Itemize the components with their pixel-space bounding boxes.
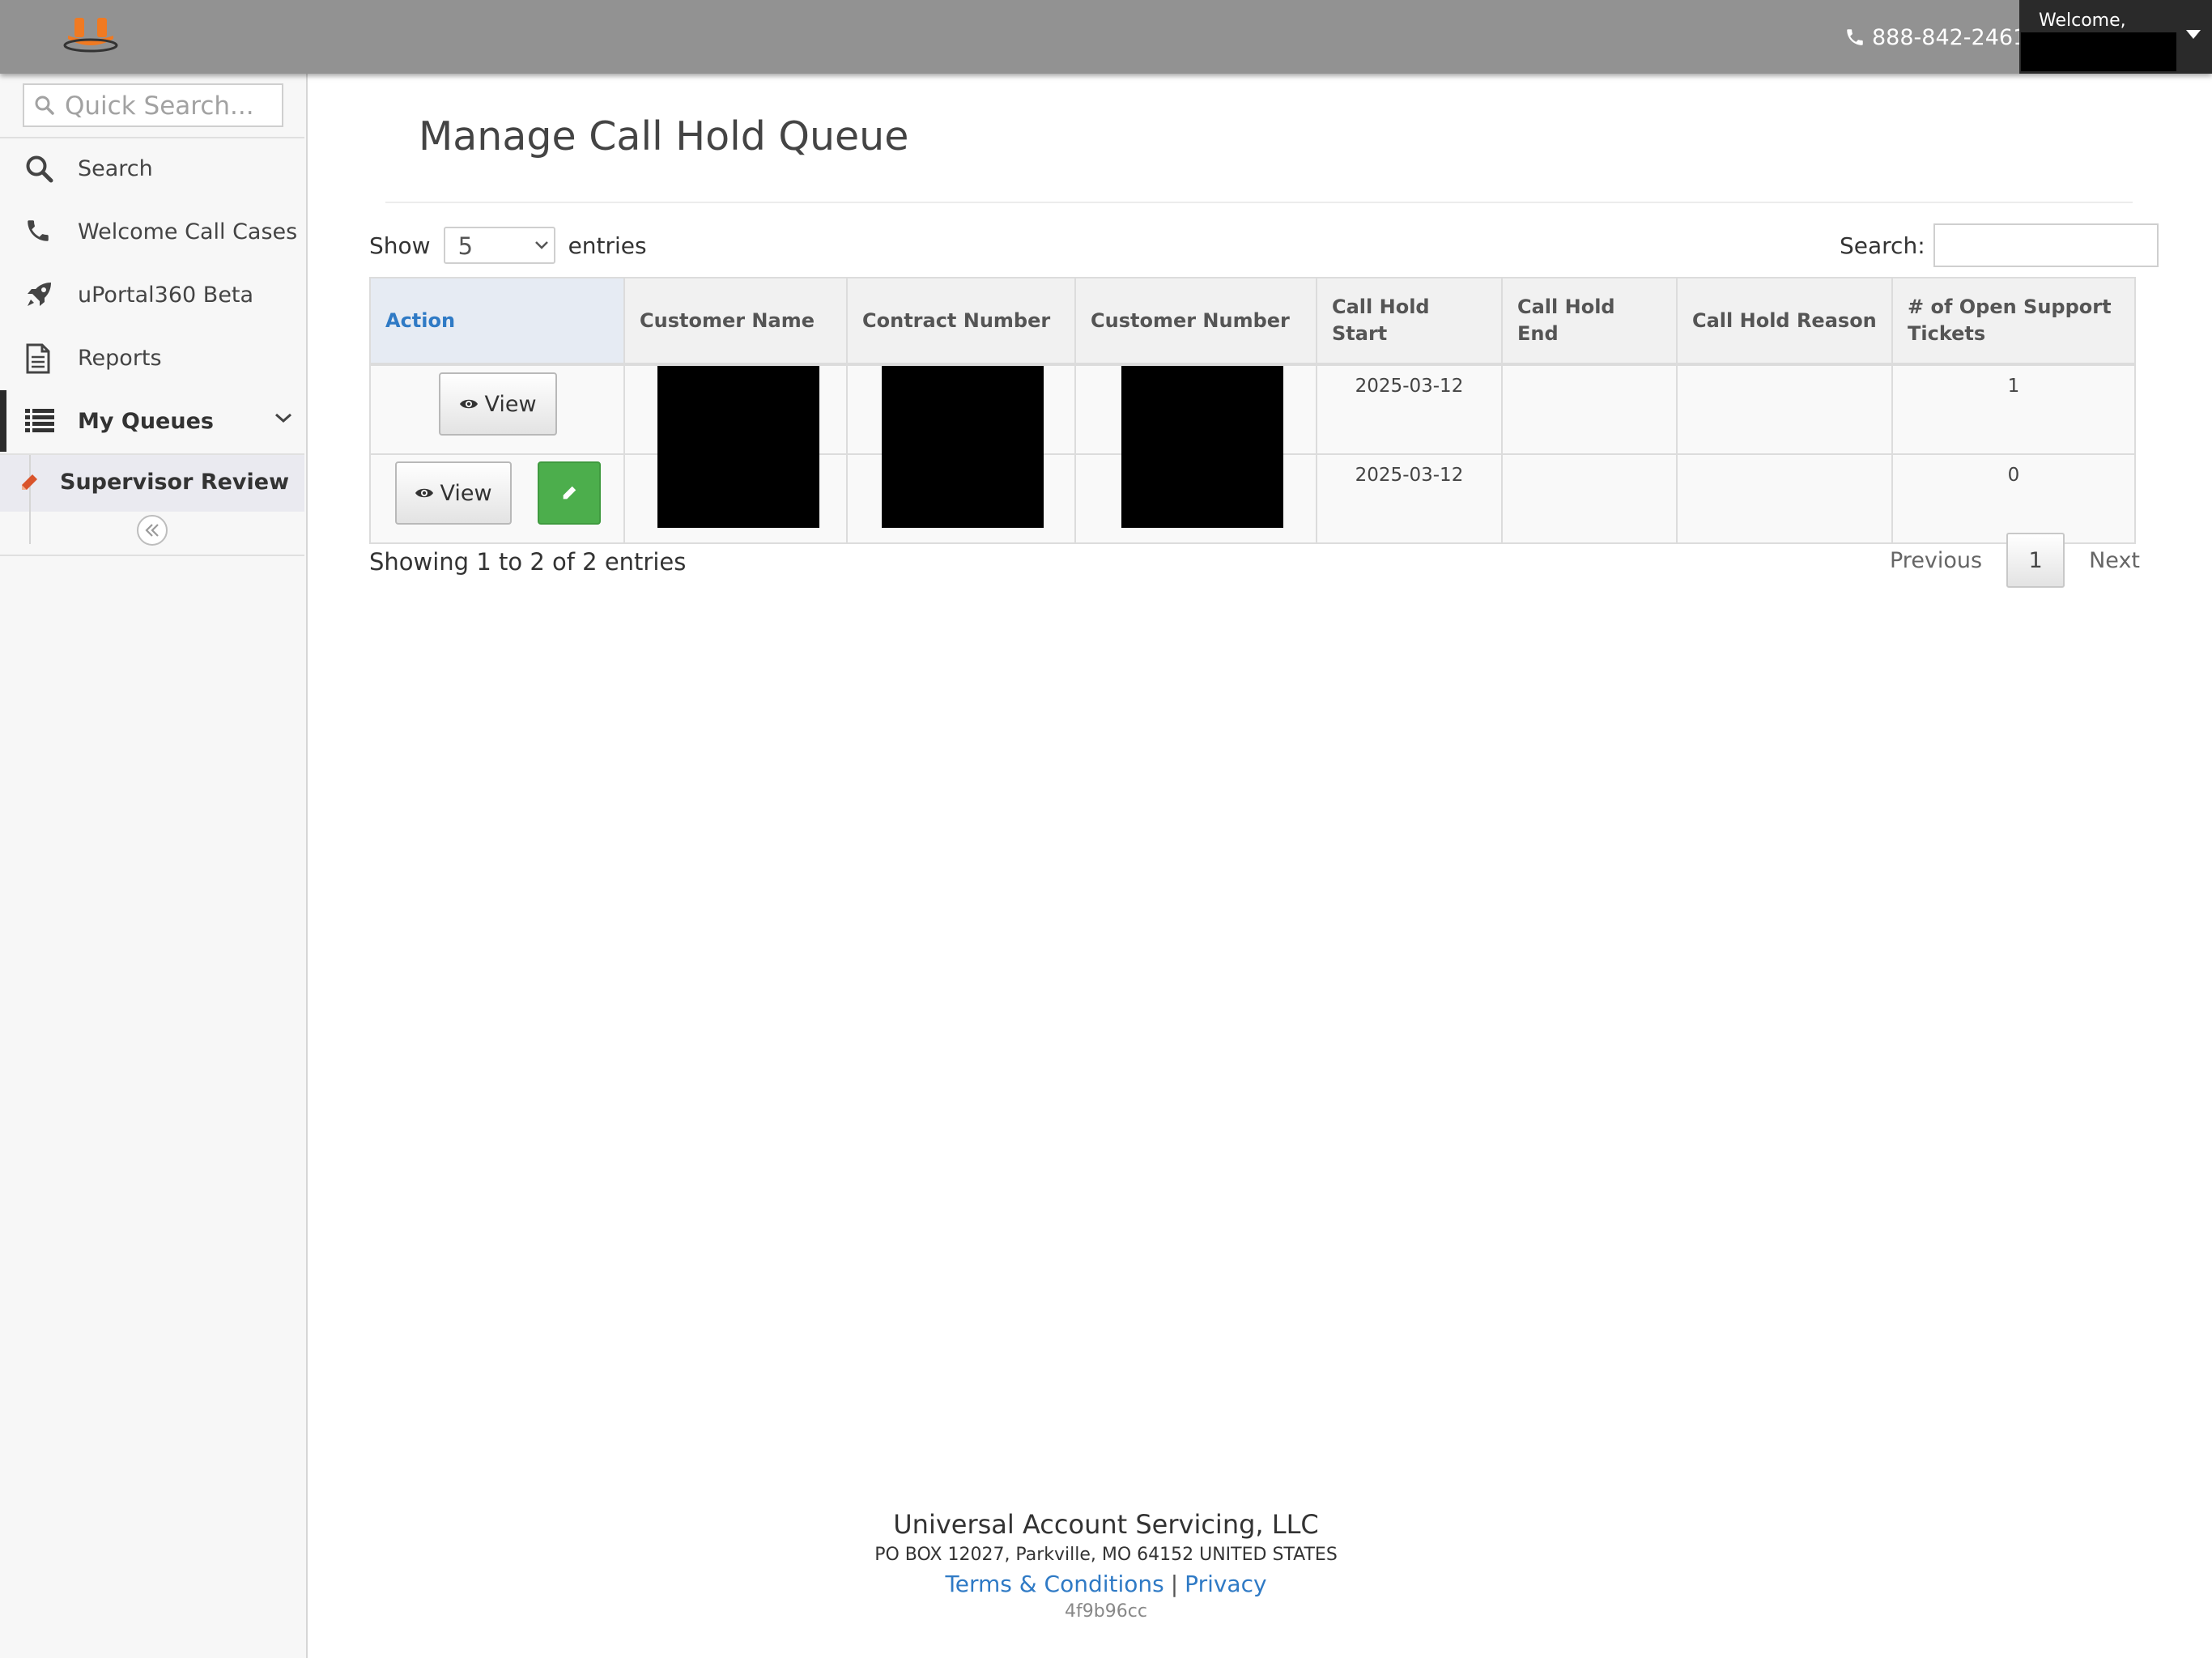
- view-button[interactable]: View: [395, 461, 512, 525]
- redacted-username: [2021, 32, 2176, 71]
- company-address: PO BOX 12027, Parkville, MO 64152 UNITED…: [874, 1545, 1338, 1565]
- pagination: Previous 1 Next: [1877, 533, 2153, 588]
- sidebar: Search Welcome Call Cases uPortal360 Bet…: [0, 74, 308, 1658]
- page-1-button[interactable]: 1: [2006, 533, 2065, 588]
- previous-page-button[interactable]: Previous: [1877, 548, 1995, 573]
- pencil-icon: [563, 486, 576, 500]
- entries-length-control: Show 5 entries: [369, 223, 647, 267]
- call-hold-reason-cell: [1676, 363, 1893, 455]
- call-hold-table: Action Customer Name Contract Number Cus…: [369, 277, 2136, 544]
- search-icon: [34, 95, 55, 116]
- eye-icon: [460, 399, 479, 409]
- column-header-call-hold-start[interactable]: Call Hold Start: [1316, 277, 1503, 366]
- open-tickets-cell: 0: [1891, 453, 2136, 544]
- support-phone[interactable]: 888-842-2461: [1844, 21, 2027, 53]
- sidebar-item-label: Search: [78, 155, 153, 181]
- search-icon: [24, 154, 55, 185]
- eye-icon: [415, 488, 434, 498]
- submenu-line: [29, 455, 31, 544]
- document-icon: [24, 343, 55, 374]
- sidebar-item-reports[interactable]: Reports: [0, 327, 304, 389]
- view-button-label: View: [440, 480, 492, 506]
- page-title: Manage Call Hold Queue: [419, 113, 909, 159]
- redacted-customer-name: [657, 366, 819, 528]
- table-row: View 2025-03-12 1: [369, 363, 2136, 528]
- sidebar-item-label: uPortal360 Beta: [78, 282, 254, 308]
- sidebar-item-label: Reports: [78, 345, 162, 371]
- phone-number: 888-842-2461: [1872, 24, 2027, 50]
- sidebar-divider: [0, 555, 304, 556]
- column-header-customer-name[interactable]: Customer Name: [623, 277, 848, 366]
- rocket-icon: [24, 280, 55, 311]
- sidebar-item-uportal360-beta[interactable]: uPortal360 Beta: [0, 264, 304, 325]
- link-separator: |: [1170, 1571, 1179, 1597]
- call-hold-end-cell: [1501, 453, 1678, 544]
- entries-select[interactable]: 5: [443, 227, 555, 264]
- table-header-row: Action Customer Name Contract Number Cus…: [369, 277, 2136, 366]
- phone-icon: [24, 217, 55, 248]
- sidebar-subitem-supervisor-review[interactable]: Supervisor Review: [0, 455, 304, 544]
- open-tickets-cell: 1: [1891, 363, 2136, 455]
- list-icon: [24, 406, 55, 437]
- privacy-link[interactable]: Privacy: [1185, 1571, 1266, 1597]
- sidebar-item-label: My Queues: [78, 408, 214, 434]
- chevron-down-icon: [534, 241, 548, 249]
- entries-label: entries: [568, 232, 647, 259]
- action-cell: View: [369, 363, 625, 455]
- column-header-open-support-tickets[interactable]: # of Open Support Tickets: [1891, 277, 2136, 366]
- footer: Universal Account Servicing, LLC PO BOX …: [306, 1507, 1906, 1624]
- next-page-button[interactable]: Next: [2076, 548, 2153, 573]
- chevron-down-icon[interactable]: [274, 411, 293, 424]
- welcome-label: Welcome,: [2039, 11, 2126, 31]
- customer-number-cell: [1074, 363, 1317, 528]
- column-header-contract-number[interactable]: Contract Number: [846, 277, 1076, 366]
- user-menu[interactable]: Welcome,: [2019, 0, 2212, 74]
- sidebar-item-search[interactable]: Search: [0, 138, 304, 199]
- collapse-sidebar-button[interactable]: [137, 515, 168, 546]
- sidebar-item-my-queues[interactable]: My Queues: [0, 390, 304, 452]
- quick-search: [23, 83, 283, 127]
- terms-link[interactable]: Terms & Conditions: [945, 1571, 1163, 1597]
- column-header-action[interactable]: Action: [369, 277, 625, 366]
- column-header-call-hold-reason[interactable]: Call Hold Reason: [1676, 277, 1893, 366]
- search-label: Search:: [1840, 232, 1925, 259]
- table-search-input[interactable]: [1933, 223, 2159, 267]
- column-header-customer-number[interactable]: Customer Number: [1074, 277, 1317, 366]
- entries-select-value: 5: [457, 232, 474, 260]
- footer-links: Terms & Conditions | Privacy: [306, 1569, 1906, 1600]
- edit-button[interactable]: [538, 461, 601, 525]
- action-cell: View: [369, 453, 625, 544]
- logo-icon[interactable]: [60, 11, 121, 55]
- call-hold-start-cell: 2025-03-12: [1316, 453, 1503, 544]
- title-divider: [385, 202, 2133, 203]
- sidebar-item-welcome-call-cases[interactable]: Welcome Call Cases: [0, 201, 304, 262]
- table-info: Showing 1 to 2 of 2 entries: [369, 548, 687, 576]
- redacted-contract-number: [882, 366, 1044, 528]
- pencil-icon: [19, 473, 39, 492]
- customer-name-cell: [623, 363, 848, 528]
- show-label: Show: [369, 232, 431, 259]
- caret-down-icon[interactable]: [2186, 30, 2201, 39]
- call-hold-reason-cell: [1676, 453, 1893, 544]
- view-button[interactable]: View: [439, 372, 557, 436]
- top-bar: 888-842-2461 Welcome,: [0, 0, 2212, 74]
- build-id: 4f9b96cc: [1065, 1601, 1147, 1622]
- sidebar-item-label: Welcome Call Cases: [78, 219, 298, 244]
- column-header-call-hold-end[interactable]: Call Hold End: [1501, 277, 1678, 366]
- company-name: Universal Account Servicing, LLC: [893, 1509, 1319, 1540]
- call-hold-start-cell: 2025-03-12: [1316, 363, 1503, 455]
- quick-search-input[interactable]: [63, 87, 277, 125]
- redacted-customer-number: [1121, 366, 1283, 528]
- call-hold-end-cell: [1501, 363, 1678, 455]
- sidebar-subitem-label: Supervisor Review: [60, 470, 290, 495]
- table-search: Search:: [1840, 223, 2159, 267]
- contract-number-cell: [846, 363, 1076, 528]
- phone-icon: [1844, 26, 1872, 49]
- view-button-label: View: [484, 391, 537, 417]
